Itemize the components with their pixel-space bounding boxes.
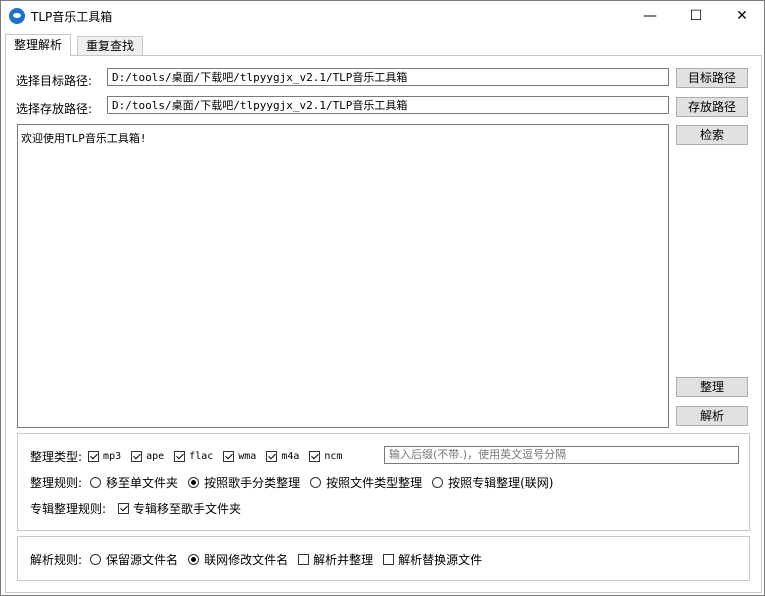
close-button[interactable]: ✕ <box>719 1 765 31</box>
online-rename-radio[interactable]: 联网修改文件名 <box>188 551 288 568</box>
rule-by-album-label: 按照专辑整理(联网) <box>448 476 554 490</box>
type-flac-label: flac <box>189 451 214 462</box>
keep-filename-label: 保留源文件名 <box>106 553 179 567</box>
type-m4a-checkbox[interactable]: m4a <box>266 451 299 462</box>
keep-filename-radio[interactable]: 保留源文件名 <box>90 551 178 568</box>
organize-type-label: 整理类型: <box>30 450 83 464</box>
organize-rule-row: 整理规则: 移至单文件夹 按照歌手分类整理 按照文件类型整理 按照专辑整理(联网… <box>30 474 563 491</box>
organize-rule-label: 整理规则: <box>30 476 83 490</box>
organize-button[interactable]: 整理 <box>676 377 748 397</box>
tab-panel: 选择目标路径: D:/tools/桌面/下载吧/tlpyygjx_v2.1/TL… <box>5 55 762 593</box>
save-path-field[interactable]: D:/tools/桌面/下载吧/tlpyygjx_v2.1/TLP音乐工具箱 <box>107 96 669 114</box>
radio-selected-icon <box>188 477 200 488</box>
target-path-button[interactable]: 目标路径 <box>676 68 748 88</box>
type-wma-label: wma <box>238 451 257 462</box>
type-wma-checkbox[interactable]: wma <box>223 451 256 462</box>
type-ape-checkbox[interactable]: ape <box>131 451 164 462</box>
replace-source-checkbox[interactable]: 解析替换源文件 <box>383 551 482 568</box>
type-mp3-label: mp3 <box>103 451 122 462</box>
save-path-label: 选择存放路径: <box>16 102 93 116</box>
target-path-field[interactable]: D:/tools/桌面/下载吧/tlpyygjx_v2.1/TLP音乐工具箱 <box>107 68 669 86</box>
search-button[interactable]: 检索 <box>676 125 748 145</box>
checkbox-checked-icon <box>223 451 235 462</box>
maximize-button[interactable]: ☐ <box>673 1 719 31</box>
album-to-artist-checkbox[interactable]: 专辑移至歌手文件夹 <box>118 500 241 517</box>
minimize-icon: — <box>643 8 657 24</box>
parse-button[interactable]: 解析 <box>676 406 748 426</box>
parse-rule-label: 解析规则: <box>30 553 83 567</box>
type-mp3-checkbox[interactable]: mp3 <box>88 451 121 462</box>
album-rule-row: 专辑整理规则: 专辑移至歌手文件夹 <box>30 500 251 517</box>
tab-organize-parse[interactable]: 整理解析 <box>5 34 72 56</box>
organize-options-group: 整理类型: mp3 ape flac wma m4a ncm 输入后缀(不带.)… <box>17 433 750 531</box>
checkbox-checked-icon <box>118 503 130 514</box>
checkbox-checked-icon <box>309 451 321 462</box>
rule-by-filetype-radio[interactable]: 按照文件类型整理 <box>310 474 422 491</box>
music-app-icon <box>9 8 25 24</box>
album-to-artist-label: 专辑移至歌手文件夹 <box>133 502 242 516</box>
save-path-button[interactable]: 存放路径 <box>676 97 748 117</box>
type-m4a-label: m4a <box>281 451 300 462</box>
radio-unselected-icon <box>432 477 444 488</box>
radio-selected-icon <box>188 554 200 565</box>
title-bar[interactable]: TLP音乐工具箱 — ☐ ✕ <box>1 1 764 31</box>
log-output[interactable]: 欢迎使用TLP音乐工具箱! <box>17 124 669 428</box>
tab-duplicate-search[interactable]: 重复查找 <box>77 36 144 55</box>
radio-unselected-icon <box>90 477 102 488</box>
checkbox-checked-icon <box>174 451 186 462</box>
app-window: TLP音乐工具箱 — ☐ ✕ 整理解析 重复查找 选择目标路径: D:/tool… <box>0 0 765 596</box>
parse-and-organize-label: 解析并整理 <box>313 553 374 567</box>
checkbox-checked-icon <box>131 451 143 462</box>
custom-suffix-input[interactable]: 输入后缀(不带.)，使用英文逗号分隔 <box>384 446 739 464</box>
log-text: 欢迎使用TLP音乐工具箱! <box>21 132 147 145</box>
radio-unselected-icon <box>310 477 322 488</box>
rule-by-artist-radio[interactable]: 按照歌手分类整理 <box>188 474 300 491</box>
type-flac-checkbox[interactable]: flac <box>174 451 213 462</box>
organize-type-row: 整理类型: mp3 ape flac wma m4a ncm <box>30 448 352 465</box>
album-rule-label: 专辑整理规则: <box>30 502 107 516</box>
parse-options-group: 解析规则: 保留源文件名 联网修改文件名 解析并整理 解析替换源文件 <box>17 536 750 581</box>
window-title: TLP音乐工具箱 <box>31 10 113 24</box>
online-rename-label: 联网修改文件名 <box>204 553 289 567</box>
rule-by-album-radio[interactable]: 按照专辑整理(联网) <box>432 474 553 491</box>
rule-single-folder-radio[interactable]: 移至单文件夹 <box>90 474 178 491</box>
checkbox-checked-icon <box>266 451 278 462</box>
close-icon: ✕ <box>736 8 748 24</box>
maximize-icon: ☐ <box>689 8 703 24</box>
checkbox-unchecked-icon <box>383 554 395 565</box>
checkbox-checked-icon <box>88 451 100 462</box>
parse-rule-row: 解析规则: 保留源文件名 联网修改文件名 解析并整理 解析替换源文件 <box>30 551 492 568</box>
radio-unselected-icon <box>90 554 102 565</box>
checkbox-unchecked-icon <box>298 554 310 565</box>
type-ape-label: ape <box>146 451 165 462</box>
type-ncm-label: ncm <box>324 451 343 462</box>
target-path-label: 选择目标路径: <box>16 74 93 88</box>
type-ncm-checkbox[interactable]: ncm <box>309 451 342 462</box>
rule-by-artist-label: 按照歌手分类整理 <box>204 476 301 490</box>
parse-and-organize-checkbox[interactable]: 解析并整理 <box>298 551 373 568</box>
minimize-button[interactable]: — <box>627 1 673 31</box>
rule-by-filetype-label: 按照文件类型整理 <box>326 476 423 490</box>
replace-source-label: 解析替换源文件 <box>398 553 483 567</box>
rule-single-folder-label: 移至单文件夹 <box>106 476 179 490</box>
